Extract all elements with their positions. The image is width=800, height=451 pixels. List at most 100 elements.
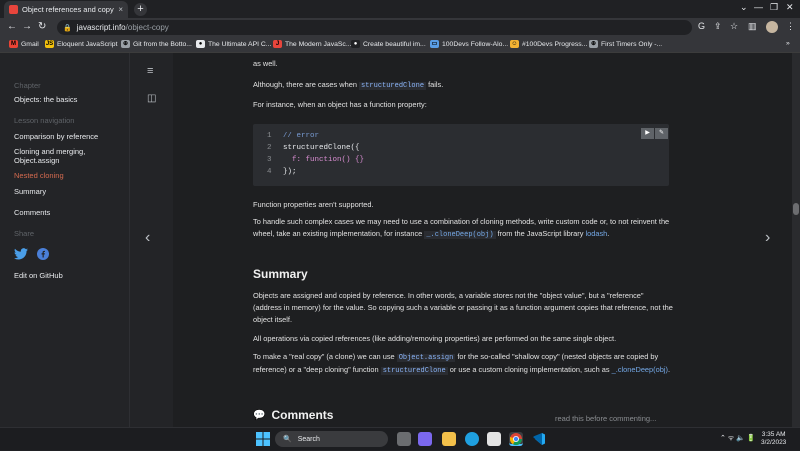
bookmark-favicon-icon: JS — [45, 40, 54, 48]
chapter-label: Chapter — [14, 81, 41, 90]
bookmark-label: The Ultimate API C... — [208, 40, 272, 48]
forward-arrow-icon[interactable]: → — [22, 21, 32, 32]
edit-on-github-link[interactable]: Edit on GitHub — [14, 271, 63, 280]
lodash-link[interactable]: lodash — [586, 229, 608, 238]
bookmark-favicon-icon: ● — [196, 40, 205, 48]
code-line: 4}); — [267, 168, 297, 176]
bookmark-item[interactable]: ● The Ultimate API C... — [196, 40, 271, 48]
more-bookmarks-icon[interactable]: » — [786, 40, 790, 47]
bookmark-label: Git from the Botto... — [133, 40, 192, 48]
store-icon[interactable] — [487, 432, 501, 446]
share-label: Share — [14, 229, 35, 238]
bookmark-label: Gmail — [21, 40, 39, 48]
bookmark-item[interactable]: ☺ #100Devs Progress... — [510, 40, 587, 48]
taskbar-clock[interactable]: 3:35 AM 3/2/2023 — [761, 431, 786, 447]
bookmark-item[interactable]: ▭ 100Devs Follow-Alo... — [430, 40, 508, 48]
minimize-icon[interactable]: — — [754, 2, 763, 12]
bookmark-item[interactable]: M Gmail — [9, 40, 39, 48]
bookmark-label: Create beautiful im... — [363, 40, 426, 48]
lock-icon: 🔒 — [63, 24, 72, 32]
bookmark-item[interactable]: ⊕ Git from the Botto... — [121, 40, 192, 48]
paragraph-top-fragment: as well. — [253, 59, 278, 68]
bookmark-label: #100Devs Progress... — [522, 40, 588, 48]
sidebar-item-summary[interactable]: Summary — [14, 187, 46, 196]
bookmark-favicon-icon: ● — [351, 40, 360, 48]
tab-close-icon[interactable]: × — [118, 5, 123, 14]
chapter-link[interactable]: Objects: the basics — [14, 95, 77, 104]
map-icon[interactable]: ◫ — [147, 93, 156, 104]
paragraph-structured-fails: Although, there are cases when structure… — [253, 80, 444, 90]
bookmarks-bar: M Gmail JS Eloquent JavaScript ⊕ Git from the… — [0, 37, 800, 53]
system-tray-icons[interactable]: ⌃ ᯤ 🔈 🔋 — [720, 434, 756, 443]
url-text: javascript.info/object-copy — [76, 23, 169, 32]
close-window-icon[interactable]: ✕ — [786, 2, 794, 13]
bookmark-item[interactable]: ● Create beautiful im... — [351, 40, 426, 48]
windows-start-icon[interactable] — [256, 432, 270, 446]
sidebar-rail: ≡ ◫ ‹ — [129, 53, 173, 427]
lodash-clonedeep-link[interactable]: _.cloneDeep(obj) — [424, 231, 496, 239]
chevron-down-icon[interactable]: ⌄ — [740, 2, 748, 13]
bookmark-favicon-icon: ▭ — [430, 40, 439, 48]
sidebar-item-comments[interactable]: Comments — [14, 208, 50, 217]
paragraph-handle-complex: To handle such complex cases we may need… — [253, 217, 670, 239]
edit-code-button[interactable]: ✎ — [655, 128, 668, 139]
article-content: as well. Although, there are cases when … — [173, 53, 793, 427]
chrome-taskbar-icon[interactable] — [509, 432, 523, 446]
comments-heading-row: 💬 Comments — [253, 408, 333, 422]
browser-tab[interactable]: Object references and copying × — [4, 1, 128, 18]
taskbar-search[interactable]: 🔍 Search — [275, 431, 388, 447]
bookmark-item[interactable]: JS Eloquent JavaScript — [45, 40, 117, 48]
code-line: 1// error — [267, 132, 320, 140]
teams-chat-icon[interactable] — [418, 432, 432, 446]
lesson-nav-label: Lesson navigation — [14, 116, 75, 125]
scrollbar-thumb[interactable] — [793, 203, 799, 215]
file-explorer-icon[interactable] — [442, 432, 456, 446]
address-bar[interactable]: 🔒 javascript.info/object-copy — [57, 20, 692, 35]
web-page: Chapter Objects: the basics Lesson navig… — [0, 53, 800, 427]
maximize-icon[interactable]: ❐ — [770, 2, 778, 13]
paragraph-func-unsupported: Function properties aren't supported. — [253, 200, 374, 209]
facebook-icon[interactable] — [37, 248, 49, 262]
bookmark-star-icon[interactable]: ☆ — [730, 21, 738, 32]
bookmark-favicon-icon: J — [273, 40, 282, 48]
sidebar-item-nested-cloning[interactable]: Nested cloning — [14, 171, 64, 180]
clonedeep-link[interactable]: _.cloneDeep(obj) — [612, 365, 668, 374]
browser-toolbar: ← → ↻ 🔒 javascript.info/object-copy G ⇪ … — [0, 18, 800, 37]
tab-title: Object references and copying — [22, 5, 115, 14]
sidebar: Chapter Objects: the basics Lesson navig… — [0, 53, 129, 427]
bookmark-favicon-icon: M — [9, 40, 18, 48]
bookmark-favicon-icon: ⊕ — [121, 40, 130, 48]
kebab-menu-icon[interactable]: ⋮ — [786, 21, 795, 32]
profile-avatar[interactable] — [766, 21, 778, 33]
os-taskbar: 🔍 Search ⌃ ᯤ 🔈 🔋 3:35 AM 3/2/2023 — [0, 427, 800, 450]
summary-heading: Summary — [253, 267, 308, 281]
twitter-icon[interactable] — [14, 248, 28, 262]
vscode-icon[interactable] — [532, 432, 546, 446]
search-icon: 🔍 — [283, 436, 292, 443]
reload-icon[interactable]: ↻ — [38, 21, 46, 32]
bookmark-label: Eloquent JavaScript — [57, 40, 118, 48]
bookmark-favicon-icon: ☺ — [510, 40, 519, 48]
read-before-commenting-link[interactable]: read this before commenting... — [555, 414, 656, 423]
hamburger-menu-icon[interactable]: ≡ — [147, 65, 153, 77]
share-icon[interactable]: ⇪ — [714, 21, 722, 32]
edge-icon[interactable] — [465, 432, 479, 446]
back-arrow-icon[interactable]: ← — [7, 21, 17, 32]
sidebar-item-comparison[interactable]: Comparison by reference — [14, 132, 98, 141]
sidepanel-icon[interactable]: ▥ — [748, 21, 757, 32]
comments-heading: Comments — [271, 408, 334, 422]
bookmark-item[interactable]: J The Modern JavaSc... — [273, 40, 352, 48]
google-icon[interactable]: G — [698, 21, 705, 31]
sidebar-item-cloning[interactable]: Cloning and merging, Object.assign — [14, 147, 109, 165]
task-view-icon[interactable] — [397, 432, 411, 446]
scrollbar[interactable] — [792, 53, 800, 427]
new-tab-button[interactable]: + — [134, 3, 147, 16]
bookmark-item[interactable]: ⊕ First Timers Only -... — [589, 40, 662, 48]
code-line: 2 structuredClone({ — [267, 144, 360, 152]
next-lesson-arrow-icon[interactable]: › — [765, 229, 770, 247]
prev-lesson-arrow-icon[interactable]: ‹ — [145, 229, 150, 247]
paragraph-summary-3: To make a "real copy" (a clone) we can u… — [253, 352, 671, 375]
bookmark-label: 100Devs Follow-Alo... — [442, 40, 509, 48]
paragraph-for-instance: For instance, when an object has a funct… — [253, 100, 427, 109]
run-code-button[interactable]: ▶ — [641, 128, 654, 139]
